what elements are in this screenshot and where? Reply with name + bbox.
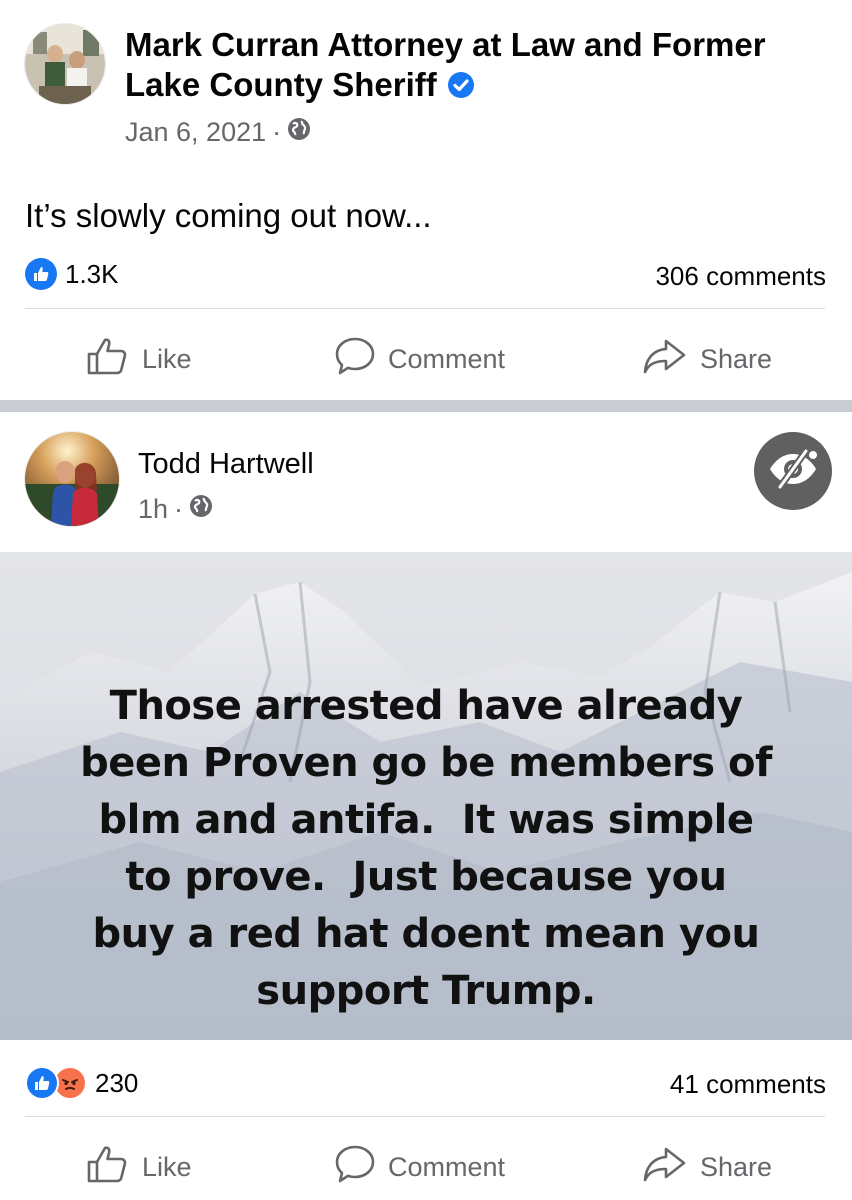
like-button[interactable]: Like bbox=[86, 336, 192, 383]
share-button[interactable]: Share bbox=[642, 336, 772, 383]
reaction-summary[interactable]: 230 bbox=[25, 1066, 138, 1100]
author-name[interactable]: Todd Hartwell bbox=[138, 447, 314, 481]
comment-label: Comment bbox=[388, 1152, 506, 1182]
comment-button[interactable]: Comment bbox=[334, 336, 505, 383]
like-label: Like bbox=[142, 1152, 192, 1182]
like-icon bbox=[86, 1144, 130, 1191]
comments-count[interactable]: 306 comments bbox=[655, 261, 826, 291]
post-meta: Jan 6, 2021 · bbox=[125, 116, 311, 148]
post-date[interactable]: Jan 6, 2021 bbox=[125, 116, 266, 148]
like-reaction-icon bbox=[25, 1066, 59, 1100]
like-button[interactable]: Like bbox=[86, 1144, 192, 1191]
comment-icon bbox=[334, 1144, 376, 1191]
image-text-line: to prove. Just because you bbox=[125, 854, 727, 900]
like-icon bbox=[86, 336, 130, 383]
author-avatar[interactable] bbox=[25, 24, 105, 104]
author-name-line-2[interactable]: Lake County Sheriff bbox=[125, 65, 437, 105]
meta-separator: · bbox=[272, 117, 282, 147]
action-bar: Like Comment Share bbox=[0, 330, 852, 380]
reaction-summary[interactable]: 1.3K bbox=[25, 258, 119, 290]
comment-button[interactable]: Comment bbox=[334, 1144, 505, 1191]
hide-post-button[interactable] bbox=[754, 432, 832, 510]
post-meta: 1h · bbox=[138, 493, 213, 525]
share-icon bbox=[642, 1144, 688, 1191]
post-text: It’s slowly coming out now... bbox=[25, 197, 432, 234]
post-divider bbox=[25, 1116, 825, 1117]
comments-count[interactable]: 41 comments bbox=[670, 1069, 826, 1099]
image-text-line: support Trump. bbox=[256, 968, 596, 1014]
author-avatar[interactable] bbox=[25, 432, 119, 526]
eye-slash-icon bbox=[766, 447, 820, 496]
share-label: Share bbox=[700, 344, 773, 374]
reactions-count[interactable]: 230 bbox=[95, 1068, 138, 1098]
post-image[interactable]: Those arrested have already been Proven … bbox=[0, 552, 852, 1040]
meta-separator: · bbox=[174, 494, 184, 524]
comment-label: Comment bbox=[388, 344, 506, 374]
like-label: Like bbox=[142, 344, 192, 374]
verified-badge-icon bbox=[447, 71, 475, 99]
comment-icon bbox=[334, 336, 376, 383]
globe-icon bbox=[189, 493, 213, 525]
image-text: Those arrested have already been Proven … bbox=[0, 678, 852, 1020]
author-name[interactable]: Mark Curran Attorney at Law and Former L… bbox=[125, 25, 835, 105]
share-button[interactable]: Share bbox=[642, 1144, 772, 1191]
post-divider bbox=[25, 308, 825, 309]
image-text-line: Those arrested have already bbox=[109, 683, 743, 729]
action-bar: Like Comment Share bbox=[0, 1138, 852, 1188]
post-time[interactable]: 1h bbox=[138, 493, 168, 525]
image-text-line: been Proven go be members of bbox=[80, 740, 772, 786]
reactions-count[interactable]: 1.3K bbox=[65, 259, 119, 289]
share-label: Share bbox=[700, 1152, 773, 1182]
image-text-line: blm and antifa. It was simple bbox=[98, 797, 755, 843]
share-icon bbox=[642, 336, 688, 383]
image-text-line: buy a red hat doent mean you bbox=[92, 911, 760, 957]
like-reaction-icon bbox=[25, 258, 57, 290]
feed-separator bbox=[0, 400, 852, 412]
globe-icon bbox=[287, 116, 311, 148]
author-name-line-1[interactable]: Mark Curran Attorney at Law and Former bbox=[125, 25, 835, 65]
